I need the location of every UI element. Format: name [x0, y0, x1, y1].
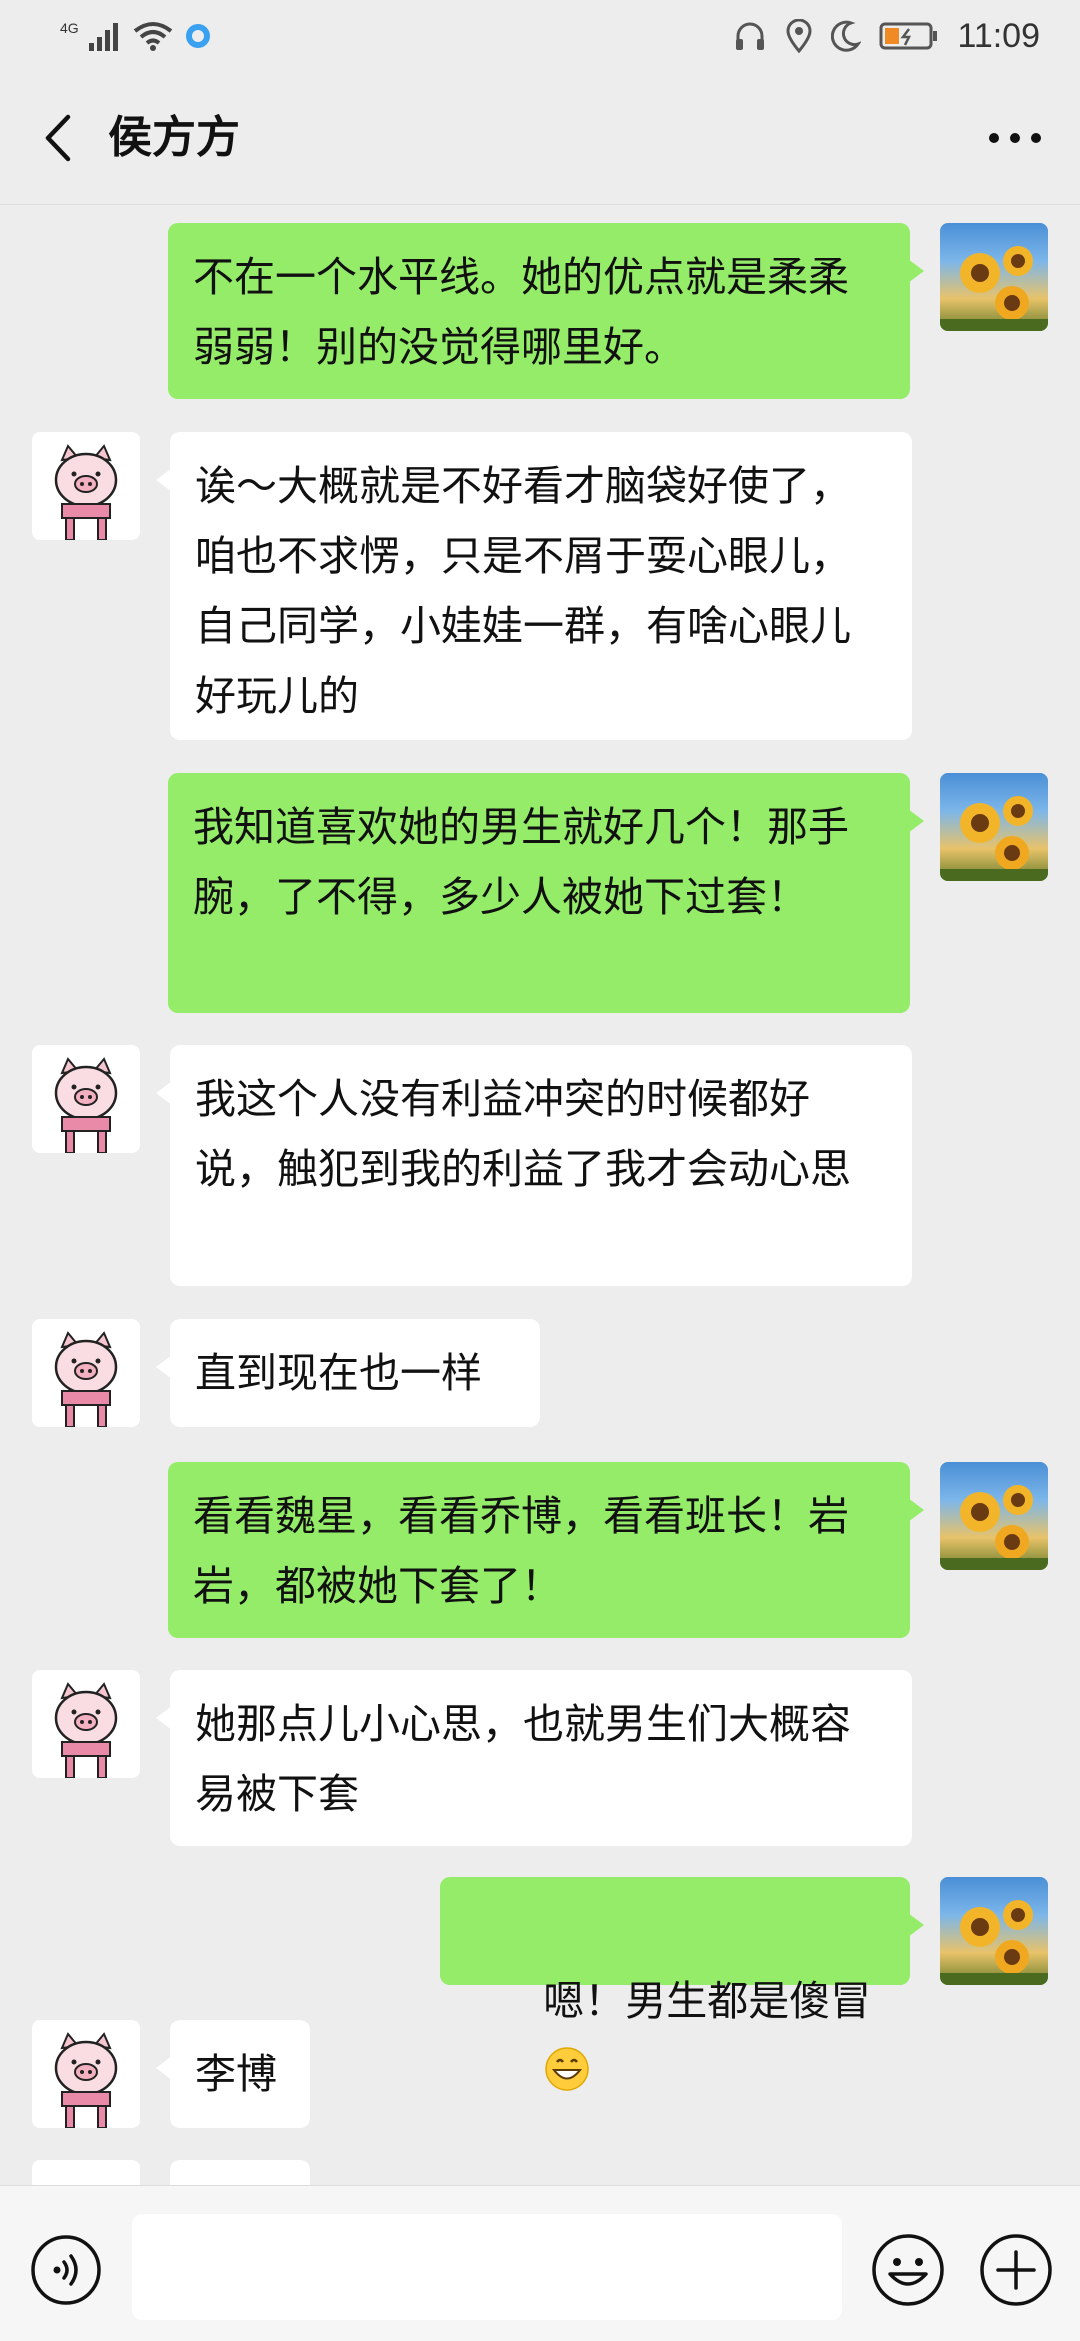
headphones-icon [736, 22, 765, 50]
message-item: 她那点儿小心思，也就男生们大概容易被下套 [0, 1670, 1080, 1850]
message-item-partial [0, 2160, 1080, 2185]
chat-title: 侯方方 [108, 112, 240, 163]
pig-avatar[interactable] [32, 1045, 140, 1153]
sunflower-avatar[interactable] [940, 223, 1048, 331]
message-bubble[interactable]: 嗯！男生都是傻冒 [440, 1877, 924, 2091]
message-item: 我知道喜欢她的男生就好几个！那手腕，了不得，多少人被她下过套！ [0, 773, 1080, 1018]
message-bubble[interactable]: 直到现在也一样 [156, 1319, 540, 1427]
pig-avatar[interactable] [32, 432, 140, 540]
plus-button[interactable] [978, 2232, 1054, 2308]
message-item: 看看魏星，看看乔博，看看班长！岩岩，都被她下套了！ [0, 1462, 1080, 1642]
message-item: 不在一个水平线。她的优点就是柔柔弱弱！别的没觉得哪里好。 [0, 223, 1080, 403]
message-text: 嗯！男生都是傻冒 [543, 1977, 872, 2025]
sunflower-avatar[interactable] [940, 1877, 1048, 1985]
battery-icon [879, 22, 938, 50]
more-icon [989, 133, 1041, 143]
wifi-icon [133, 22, 172, 51]
sunflower-avatar[interactable] [940, 773, 1048, 881]
emoji-icon [872, 2234, 944, 2306]
network-label: 4G [60, 20, 79, 36]
browser-app-icon [185, 24, 210, 48]
input-bar [0, 2185, 1080, 2341]
emoji-button[interactable] [870, 2232, 946, 2308]
message-bubble[interactable]: 诶～大概就是不好看才脑袋好使了，咱也不求愣，只是不屑于耍心眼儿，自己同学，小娃娃… [156, 432, 912, 740]
sunflower-avatar[interactable] [940, 1462, 1048, 1570]
back-button[interactable] [30, 108, 86, 168]
chevron-left-icon [45, 114, 71, 162]
chat-header: 侯方方 [0, 72, 1080, 205]
message-list[interactable]: 不在一个水平线。她的优点就是柔柔弱弱！别的没觉得哪里好。 诶～大概就是不好看才脑… [0, 205, 1080, 2185]
message-bubble[interactable]: 李博 [156, 2020, 310, 2128]
voice-icon [31, 2235, 101, 2305]
message-input[interactable] [132, 2214, 842, 2320]
message-bubble[interactable]: 看看魏星，看看乔博，看看班长！岩岩，都被她下套了！ [168, 1462, 924, 1638]
message-bubble-partial[interactable] [170, 2160, 310, 2185]
message-bubble[interactable]: 我这个人没有利益冲突的时候都好说，触犯到我的利益了我才会动心思 [156, 1045, 912, 1286]
pig-avatar[interactable] [32, 1319, 140, 1427]
message-bubble[interactable]: 不在一个水平线。她的优点就是柔柔弱弱！别的没觉得哪里好。 [168, 223, 924, 399]
message-bubble[interactable]: 她那点儿小心思，也就男生们大概容易被下套 [156, 1670, 912, 1846]
message-item: 诶～大概就是不好看才脑袋好使了，咱也不求愣，只是不屑于耍心眼儿，自己同学，小娃娃… [0, 432, 1080, 744]
message-item: 直到现在也一样 [0, 1319, 1080, 1431]
message-item: 嗯！男生都是傻冒 [0, 1877, 1080, 2091]
location-icon [786, 19, 812, 53]
clock: 11:09 [957, 16, 1040, 55]
signal-icon [88, 23, 118, 51]
pig-avatar[interactable] [32, 2020, 140, 2128]
moon-icon [831, 20, 862, 52]
message-bubble[interactable]: 我知道喜欢她的男生就好几个！那手腕，了不得，多少人被她下过套！ [168, 773, 924, 1013]
pig-avatar[interactable] [32, 1670, 140, 1778]
pig-avatar[interactable] [32, 2160, 140, 2185]
voice-button[interactable] [30, 2234, 102, 2306]
message-item: 我这个人没有利益冲突的时候都好说，触犯到我的利益了我才会动心思 [0, 1045, 1080, 1290]
plus-icon [980, 2234, 1052, 2306]
more-button[interactable] [980, 108, 1050, 168]
message-item: 李博 [0, 2020, 1080, 2132]
status-bar: 4G 11:09 [0, 0, 1080, 72]
